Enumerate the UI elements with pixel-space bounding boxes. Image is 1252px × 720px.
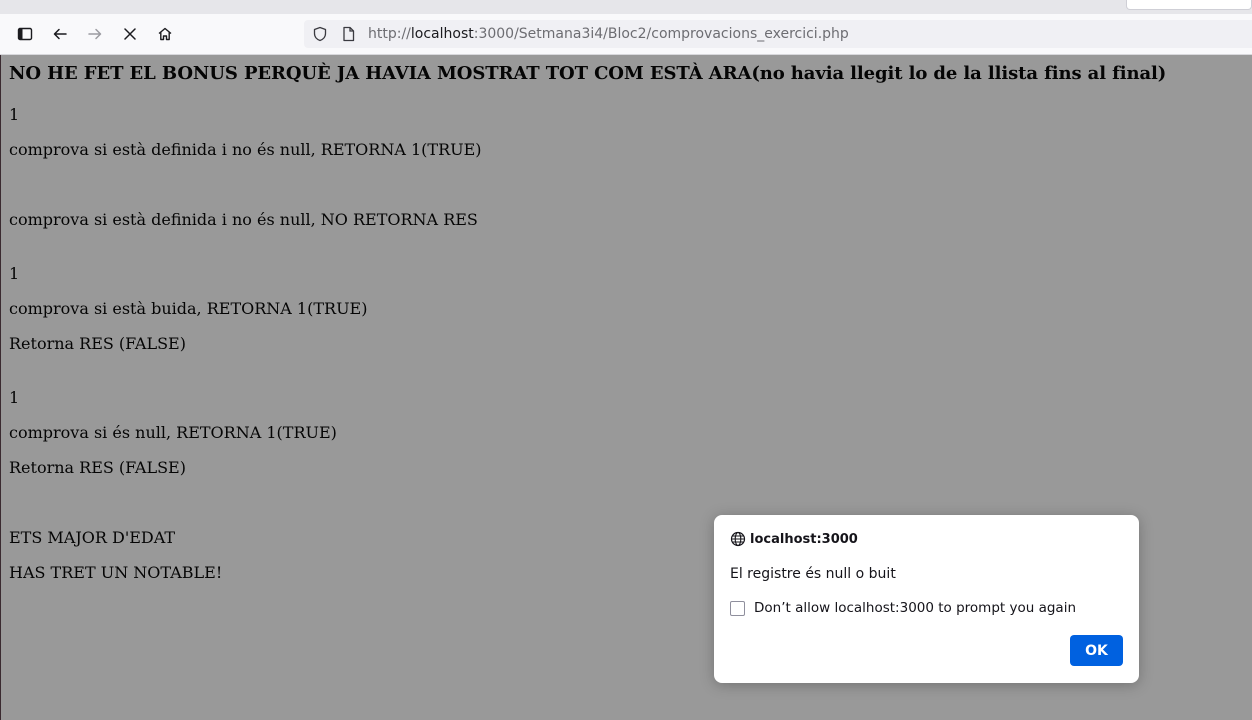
url-path: :3000/Setmana3i4/Bloc2/comprovacions_exe… bbox=[473, 26, 849, 42]
stop-x-icon[interactable] bbox=[117, 21, 143, 47]
tab-fragment[interactable] bbox=[1126, 0, 1252, 10]
home-icon[interactable] bbox=[152, 21, 178, 47]
ok-button[interactable]: OK bbox=[1070, 635, 1123, 666]
url-bar[interactable]: http://localhost:3000/Setmana3i4/Bloc2/c… bbox=[304, 20, 1252, 48]
back-arrow-icon[interactable] bbox=[47, 21, 73, 47]
dialog-title: localhost:3000 bbox=[730, 531, 858, 547]
url-host: localhost bbox=[410, 26, 474, 42]
dialog-origin: localhost:3000 bbox=[750, 531, 858, 547]
navigation-toolbar: http://localhost:3000/Setmana3i4/Bloc2/c… bbox=[0, 14, 1252, 55]
url-prefix: http:// bbox=[368, 26, 411, 42]
tab-strip bbox=[0, 0, 1252, 15]
alert-dialog: localhost:3000 El registre és null o bui… bbox=[714, 515, 1139, 683]
page-icon[interactable] bbox=[340, 26, 356, 42]
globe-icon bbox=[730, 531, 746, 547]
dialog-message: El registre és null o buit bbox=[730, 566, 896, 582]
suppress-prompts-checkbox[interactable] bbox=[730, 600, 745, 616]
forward-arrow-icon[interactable] bbox=[82, 21, 108, 47]
suppress-prompts-row[interactable]: Don’t allow localhost:3000 to prompt you… bbox=[730, 600, 1076, 616]
url-text[interactable]: http://localhost:3000/Setmana3i4/Bloc2/c… bbox=[368, 26, 849, 42]
window-edge bbox=[0, 55, 1, 720]
sidebar-icon[interactable] bbox=[12, 21, 38, 47]
shield-icon[interactable] bbox=[312, 26, 328, 42]
suppress-prompts-label[interactable]: Don’t allow localhost:3000 to prompt you… bbox=[754, 600, 1076, 616]
